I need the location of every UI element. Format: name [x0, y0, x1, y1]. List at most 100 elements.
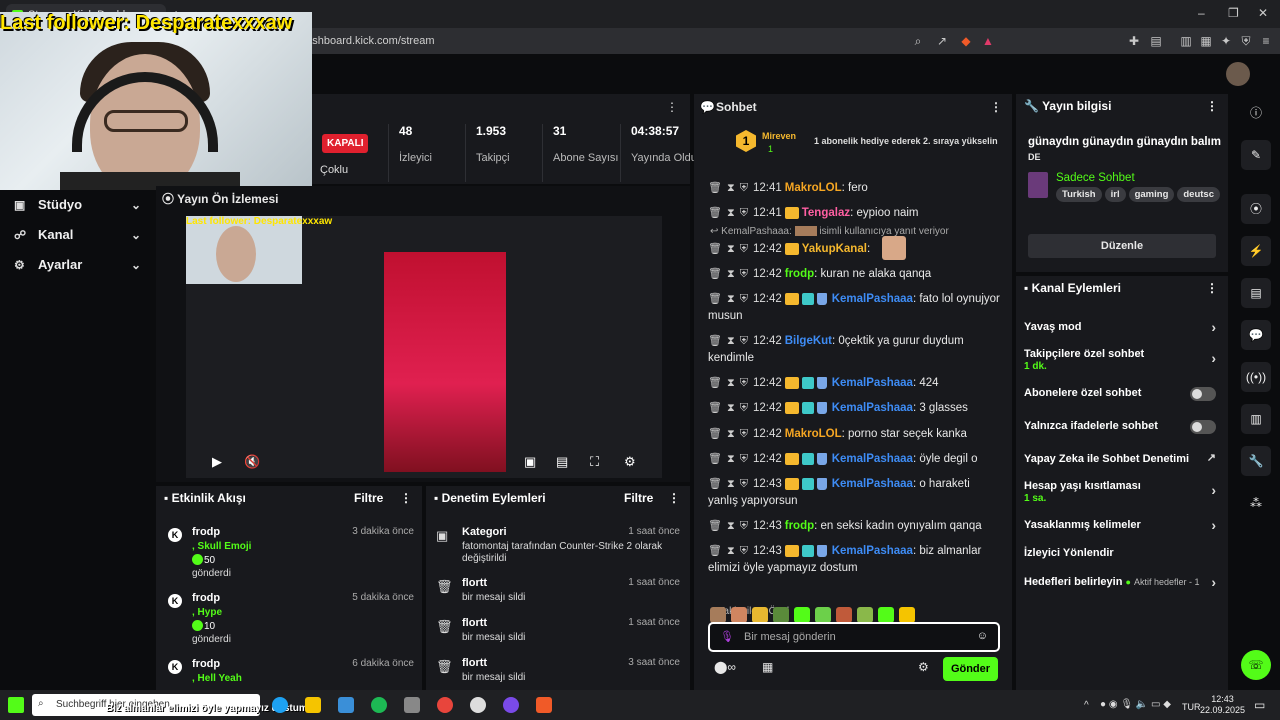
message-user[interactable]: KemalPashaaa: [832, 545, 913, 557]
emote-icon[interactable]: [815, 606, 831, 623]
ban-icon[interactable]: ⛨: [740, 268, 748, 280]
ban-icon[interactable]: ⛨: [740, 243, 748, 255]
share-icon[interactable]: ↗: [934, 33, 950, 49]
notification-icon[interactable]: ▭: [1254, 698, 1265, 712]
message-user[interactable]: MakroLOL: [785, 428, 842, 440]
spotify-icon[interactable]: [371, 697, 387, 713]
ban-icon[interactable]: ⛨: [740, 402, 748, 414]
more-options-icon[interactable]: ⋮: [666, 100, 678, 114]
layout-icon[interactable]: ▥: [1241, 404, 1271, 434]
sidebar-item-studio[interactable]: ▣ Stüdyo ⌄: [0, 190, 155, 220]
tabs-icon[interactable]: ▤: [1148, 33, 1164, 49]
fullscreen-icon[interactable]: ⛶: [590, 454, 599, 470]
timeout-icon[interactable]: ⧗: [727, 207, 735, 219]
emoji-icon[interactable]: ☺: [977, 630, 988, 642]
subscribers-only-toggle[interactable]: [1190, 387, 1216, 401]
brave-icon[interactable]: [536, 697, 552, 713]
timeout-icon[interactable]: ⧗: [727, 268, 735, 280]
emote-icon[interactable]: [710, 606, 726, 623]
ban-icon[interactable]: ⛨: [740, 207, 748, 219]
notes-icon[interactable]: ▤: [1241, 278, 1271, 308]
delete-icon[interactable]: 🗑: [708, 243, 722, 255]
minimize-icon[interactable]: –: [1198, 6, 1205, 20]
timeout-icon[interactable]: ⧗: [727, 182, 735, 194]
timeout-icon[interactable]: ⧗: [727, 545, 735, 557]
calculator-icon[interactable]: [404, 697, 420, 713]
delete-icon[interactable]: 🗑: [708, 453, 722, 465]
more-options-icon[interactable]: ⋮: [1206, 99, 1218, 113]
mod-user[interactable]: flortt: [462, 617, 487, 629]
send-button[interactable]: Gönder: [943, 657, 998, 681]
filter-button[interactable]: Filtre: [354, 491, 383, 505]
message-user[interactable]: KemalPashaaa: [832, 478, 913, 490]
ban-icon[interactable]: ⛨: [740, 293, 748, 305]
ban-icon[interactable]: ⛨: [740, 453, 748, 465]
taskbar-clock[interactable]: 12:43 22.09.2025: [1200, 694, 1245, 716]
app-icon[interactable]: [338, 697, 354, 713]
slow-mode-row[interactable]: Yavaş mod ›: [1024, 319, 1220, 335]
delete-icon[interactable]: 🗑: [708, 520, 722, 532]
more-options-icon[interactable]: ⋮: [400, 491, 412, 505]
tag[interactable]: Turkish: [1056, 187, 1102, 202]
activity-user[interactable]: frodp: [192, 658, 220, 670]
info-icon[interactable]: ⓘ: [1241, 98, 1271, 128]
delete-icon[interactable]: 🗑: [708, 478, 722, 490]
mod-user[interactable]: flortt: [462, 577, 487, 589]
timeout-icon[interactable]: ⧗: [727, 243, 735, 255]
store-icon[interactable]: ▦: [762, 660, 773, 674]
account-age-row[interactable]: Hesap yaşı kısıtlaması 1 sa. ›: [1024, 480, 1220, 504]
leaderboard-user[interactable]: Mireven: [762, 131, 796, 141]
delete-icon[interactable]: 🗑: [708, 207, 722, 219]
bolt-icon[interactable]: ⚡: [1241, 236, 1271, 266]
timeout-icon[interactable]: ⧗: [727, 335, 735, 347]
leo-icon[interactable]: ✦: [1218, 33, 1234, 49]
timeout-icon[interactable]: ⧗: [727, 377, 735, 389]
microphone-icon[interactable]: 🎙: [720, 630, 734, 643]
more-options-icon[interactable]: ⋮: [990, 100, 1002, 114]
extensions-icon[interactable]: ✚: [1126, 33, 1142, 49]
banned-words-row[interactable]: Yasaklanmış kelimeler ›: [1024, 517, 1220, 533]
rewards-icon[interactable]: ▲: [980, 33, 996, 49]
timeout-icon[interactable]: ⧗: [727, 478, 735, 490]
more-options-icon[interactable]: ⋮: [1206, 281, 1218, 295]
emote-icon[interactable]: [836, 606, 852, 623]
activity-user[interactable]: frodp: [192, 526, 220, 538]
timeout-icon[interactable]: ⧗: [727, 520, 735, 532]
vpn-icon[interactable]: ⛨: [1238, 33, 1254, 49]
message-user[interactable]: KemalPashaaa: [832, 453, 913, 465]
wrench-icon[interactable]: 🔧: [1241, 446, 1271, 476]
ban-icon[interactable]: ⛨: [740, 335, 748, 347]
preview-video[interactable]: Last follower: Desparatexxxaw: [186, 216, 662, 478]
mute-icon[interactable]: 🔇: [244, 454, 260, 470]
ban-icon[interactable]: ⛨: [740, 545, 748, 557]
delete-icon[interactable]: 🗑: [708, 182, 722, 194]
url-field[interactable]: dashboard.kick.com/stream: [300, 33, 1000, 49]
edit-icon[interactable]: ✎: [1241, 140, 1271, 170]
edit-button[interactable]: Düzenle: [1028, 234, 1216, 258]
maximize-icon[interactable]: ❐: [1228, 6, 1239, 20]
play-icon[interactable]: ▶: [212, 454, 222, 470]
message-user[interactable]: MakroLOL: [785, 182, 842, 194]
followers-only-row[interactable]: Takipçilere özel sohbet 1 dk. ›: [1024, 348, 1220, 372]
clip-icon[interactable]: ▤: [556, 454, 568, 470]
emote-icon[interactable]: [878, 606, 894, 623]
ban-icon[interactable]: ⛨: [740, 428, 748, 440]
wallet-icon[interactable]: ▦: [1198, 33, 1214, 49]
preview-icon[interactable]: ⦿: [1241, 194, 1271, 224]
delete-icon[interactable]: 🗑: [708, 545, 722, 557]
message-user[interactable]: BilgeKut: [785, 335, 832, 347]
stream-category[interactable]: Sadece Sohbet: [1056, 172, 1135, 184]
delete-icon[interactable]: 🗑: [708, 428, 722, 440]
menu-icon[interactable]: ≡: [1258, 33, 1274, 49]
sidebar-item-settings[interactable]: ⚙ Ayarlar ⌄: [0, 250, 155, 280]
timeout-icon[interactable]: ⧗: [727, 293, 735, 305]
tray-chevron-icon[interactable]: ^: [1084, 700, 1089, 711]
message-user[interactable]: frodp: [785, 268, 814, 280]
apps-icon[interactable]: ⁂: [1241, 488, 1271, 518]
zoom-icon[interactable]: ⌕: [910, 33, 926, 49]
emote-icon[interactable]: [773, 606, 789, 623]
chat-icon[interactable]: 💬: [1241, 320, 1271, 350]
emote-icon[interactable]: [794, 606, 810, 623]
ban-icon[interactable]: ⛨: [740, 520, 748, 532]
ban-icon[interactable]: ⛨: [740, 377, 748, 389]
